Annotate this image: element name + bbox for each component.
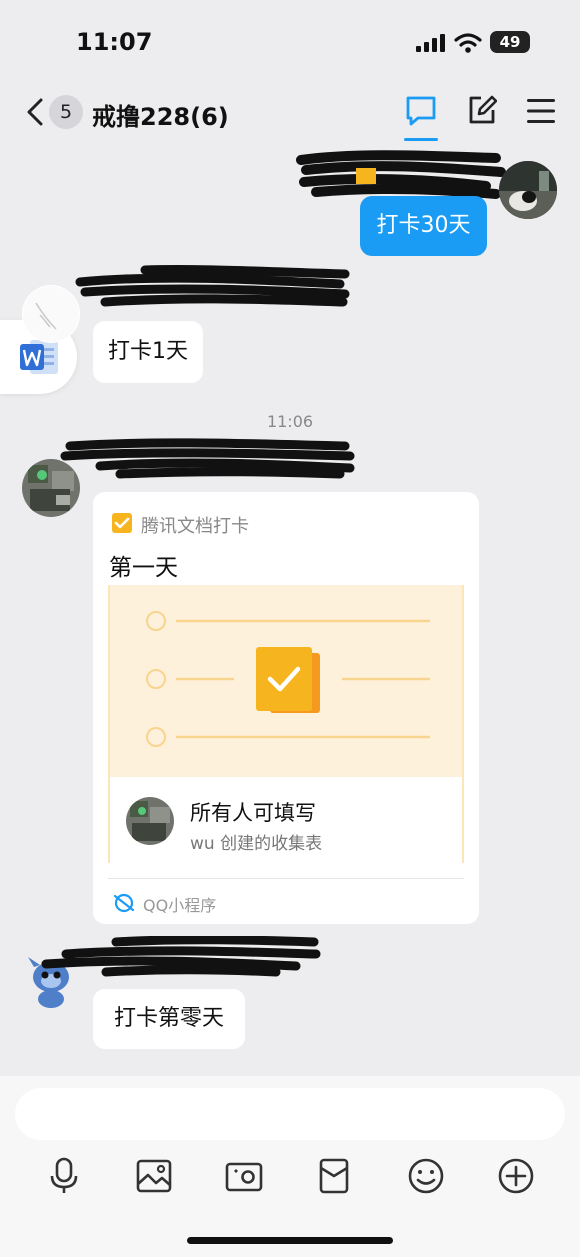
chat-title: 戒撸228(6): [92, 103, 229, 131]
message-bubble-member[interactable]: 打卡第零天: [93, 989, 245, 1049]
message-input[interactable]: [15, 1088, 565, 1140]
home-indicator[interactable]: [187, 1237, 393, 1244]
input-bar: [0, 1076, 580, 1257]
back-chevron-icon[interactable]: [24, 98, 46, 126]
microphone-icon[interactable]: [44, 1156, 84, 1196]
redacted-name-scribble: [60, 438, 355, 479]
wifi-icon: [454, 33, 482, 53]
menu-icon[interactable]: [526, 98, 556, 124]
card-footer[interactable]: 所有人可填写 wu 创建的收集表: [108, 777, 464, 863]
card-source-label: 腾讯文档打卡: [141, 516, 249, 537]
plus-icon[interactable]: [496, 1156, 536, 1196]
emoji-icon[interactable]: [406, 1156, 446, 1196]
redacted-name-scribble: [75, 264, 350, 307]
clock: 11:07: [76, 28, 153, 56]
message-bubble-self[interactable]: 打卡30天: [360, 196, 487, 256]
red-packet-icon[interactable]: [314, 1156, 354, 1196]
cellular-signal-icon: [416, 34, 445, 52]
timestamp: 11:06: [266, 412, 314, 431]
card-footer-subtitle: wu 创建的收集表: [190, 834, 323, 854]
shared-card[interactable]: 腾讯文档打卡 第一天 所有人可填写 wu 创建的收集表 QQ小程序: [93, 492, 479, 924]
card-preview-image: [108, 585, 464, 777]
chat-area[interactable]: 打卡30天 打卡1天 11:06 腾讯文档打卡 第一天 所有人可填写 wu 创建…: [0, 144, 580, 1076]
message-text: 打卡1天: [108, 339, 188, 364]
card-divider: [108, 878, 464, 879]
camera-icon[interactable]: [224, 1156, 264, 1196]
creator-avatar: [126, 797, 174, 845]
photo-icon[interactable]: [134, 1156, 174, 1196]
card-title: 第一天: [109, 555, 178, 581]
chat-bubble-icon[interactable]: [404, 94, 438, 128]
card-footer-title: 所有人可填写: [190, 801, 316, 825]
self-avatar[interactable]: [499, 161, 557, 219]
message-text: 打卡第零天: [113, 1006, 224, 1031]
edit-icon[interactable]: [467, 94, 497, 126]
status-bar: 11:07 49: [0, 0, 580, 80]
message-text: 打卡30天: [376, 213, 471, 238]
unread-count-badge[interactable]: 5: [49, 95, 83, 129]
mini-program-label: QQ小程序: [143, 896, 217, 915]
word-doc-icon: [20, 340, 58, 374]
redacted-name-scribble: [41, 936, 321, 977]
active-tab-indicator: [404, 138, 438, 141]
member-avatar[interactable]: [22, 285, 80, 343]
battery-indicator: 49: [490, 31, 530, 53]
redacted-name-scribble: [296, 150, 506, 199]
message-bubble-member[interactable]: 打卡1天: [93, 321, 203, 383]
